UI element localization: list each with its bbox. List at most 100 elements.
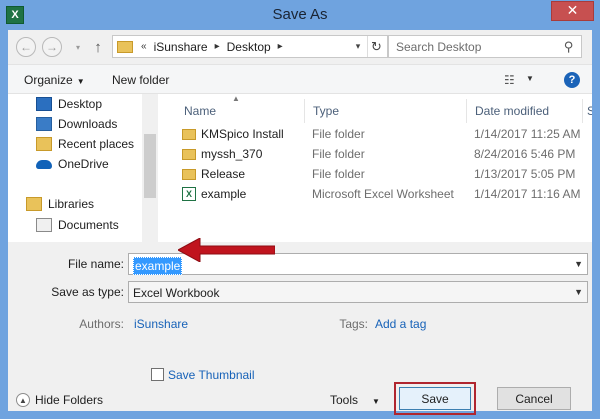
breadcrumb-desktop[interactable]: Desktop (227, 40, 271, 54)
file-name: Release (201, 167, 246, 181)
tools-chevron-down-icon: ▼ (372, 397, 380, 406)
file-list: ▲ Name Type Date modified Siz KMSpico In… (158, 94, 592, 242)
column-header-name[interactable]: Name (176, 99, 306, 123)
navigation-pane: Desktop Downloads Recent places OneDrive… (8, 94, 158, 242)
nav-item-downloads[interactable]: Downloads (36, 114, 117, 134)
file-name-cell: KMSpico Install (182, 124, 284, 144)
tools-label: Tools (330, 393, 359, 407)
view-options-chevron-down-icon[interactable]: ▼ (526, 74, 534, 83)
nav-item-recent-places[interactable]: Recent places (36, 134, 134, 154)
folder-icon (182, 168, 196, 180)
cancel-button[interactable]: Cancel (497, 387, 571, 410)
nav-item-label: Downloads (58, 117, 118, 131)
column-header-size[interactable]: Siz (582, 99, 592, 123)
file-name-label: File name: (67, 257, 124, 271)
nav-pane-scroll-thumb[interactable] (144, 134, 156, 198)
breadcrumb-isunshare[interactable]: iSunshare (154, 40, 208, 54)
breadcrumb-separator-icon[interactable]: ▸ (278, 41, 283, 52)
hide-folders-label: Hide Folders (35, 393, 104, 407)
refresh-icon[interactable]: ↻ (367, 36, 385, 57)
recent-places-icon (36, 137, 52, 151)
column-header-type[interactable]: Type (304, 99, 466, 123)
file-date: 1/14/2017 11:16 AM (474, 187, 581, 201)
file-type: File folder (312, 127, 365, 141)
address-dropdown-icon[interactable]: ▾ (351, 36, 365, 57)
save-as-type-select[interactable]: Excel Workbook ▼ (128, 281, 588, 303)
view-options-icon[interactable]: ☷ (504, 74, 518, 86)
add-tag-link[interactable]: Add a tag (375, 317, 426, 331)
file-name-cell: myssh_370 (182, 144, 262, 164)
nav-item-label: Documents (58, 218, 119, 232)
nav-item-libraries[interactable]: Libraries (26, 194, 94, 214)
recent-locations-chevron-down-icon[interactable]: ▾ (68, 37, 88, 57)
command-bar: Organize ▼ New folder ☷ ▼ ? (8, 64, 592, 94)
table-row[interactable]: X example Microsoft Excel Worksheet 1/14… (158, 184, 592, 204)
nav-item-label: OneDrive (58, 157, 109, 171)
organize-chevron-down-icon: ▼ (76, 77, 85, 86)
file-date: 1/14/2017 11:25 AM (474, 127, 581, 141)
file-date: 8/24/2016 5:46 PM (474, 147, 576, 161)
save-as-type-chevron-down-icon[interactable]: ▼ (574, 287, 583, 297)
nav-item-desktop[interactable]: Desktop (36, 94, 102, 114)
search-placeholder: Search Desktop (396, 39, 482, 54)
table-row[interactable]: Release File folder 1/13/2017 5:05 PM (158, 164, 592, 184)
downloads-icon (36, 117, 52, 131)
save-thumbnail-checkbox[interactable] (151, 368, 164, 381)
tools-button[interactable]: Tools ▼ (330, 393, 380, 407)
nav-item-label: Desktop (58, 97, 103, 111)
breadcrumb-overflow[interactable]: « (141, 41, 147, 52)
file-type: File folder (312, 167, 365, 181)
table-row[interactable]: KMSpico Install File folder 1/14/2017 11… (158, 124, 592, 144)
close-button[interactable]: ✕ (551, 1, 594, 21)
file-type: File folder (312, 147, 365, 161)
column-header-date-modified[interactable]: Date modified (466, 99, 584, 123)
nav-item-documents[interactable]: Documents (36, 215, 119, 235)
organize-label: Organize (24, 73, 73, 87)
save-options: File name: example ▼ Save as type: Excel… (8, 242, 592, 415)
help-icon[interactable]: ? (564, 72, 580, 88)
hide-folders-button[interactable]: ▲ Hide Folders (16, 393, 103, 407)
search-input[interactable]: Search Desktop ⚲ (388, 35, 582, 58)
breadcrumb-separator-icon[interactable]: ▸ (215, 41, 220, 52)
save-as-type-label: Save as type: (51, 285, 124, 299)
save-as-dialog: X Save As ✕ ← → ▾ ↑ « iSunshare ▸ Deskto… (0, 0, 600, 419)
libraries-icon (26, 197, 42, 211)
file-type: Microsoft Excel Worksheet (312, 187, 454, 201)
nav-item-label: Libraries (48, 197, 95, 211)
file-name: myssh_370 (201, 147, 263, 161)
chevron-up-icon: ▲ (16, 393, 30, 407)
new-folder-button[interactable]: New folder (112, 73, 169, 87)
file-date: 1/13/2017 5:05 PM (474, 167, 576, 181)
file-name-chevron-down-icon[interactable]: ▼ (574, 259, 583, 269)
save-thumbnail-label[interactable]: Save Thumbnail (168, 368, 255, 382)
back-button[interactable]: ← (16, 37, 36, 57)
file-name-cell: X example (182, 184, 246, 204)
organize-button[interactable]: Organize ▼ (24, 73, 85, 87)
tags-label: Tags: (339, 317, 368, 331)
title-bar[interactable]: X Save As ✕ (0, 0, 600, 30)
folder-icon (182, 128, 196, 140)
forward-button[interactable]: → (42, 37, 62, 57)
folder-icon (182, 148, 196, 160)
file-browser: Desktop Downloads Recent places OneDrive… (8, 94, 592, 242)
nav-pane-scrollbar[interactable] (142, 94, 158, 242)
address-bar[interactable]: « iSunshare ▸ Desktop ▸ ▾ ↻ (112, 35, 388, 58)
excel-file-icon: X (182, 187, 196, 201)
search-icon[interactable]: ⚲ (561, 39, 576, 54)
save-as-type-value: Excel Workbook (133, 286, 220, 300)
authors-value[interactable]: iSunshare (134, 317, 188, 331)
window-title: Save As (272, 6, 328, 23)
annotation-arrow-icon (178, 238, 275, 262)
file-name-selected-text[interactable]: example (133, 257, 183, 275)
nav-item-onedrive[interactable]: OneDrive (36, 154, 109, 174)
dialog-body: ← → ▾ ↑ « iSunshare ▸ Desktop ▸ ▾ ↻ Sear… (8, 30, 592, 415)
table-row[interactable]: myssh_370 File folder 8/24/2016 5:46 PM (158, 144, 592, 164)
address-row: ← → ▾ ↑ « iSunshare ▸ Desktop ▸ ▾ ↻ Sear… (8, 30, 592, 64)
save-button[interactable]: Save (399, 387, 471, 410)
file-name: KMSpico Install (201, 127, 284, 141)
onedrive-icon (36, 159, 52, 169)
authors-label: Authors: (79, 317, 124, 331)
file-name-cell: Release (182, 164, 245, 184)
up-arrow-icon[interactable]: ↑ (90, 38, 106, 56)
desktop-icon (36, 97, 52, 111)
